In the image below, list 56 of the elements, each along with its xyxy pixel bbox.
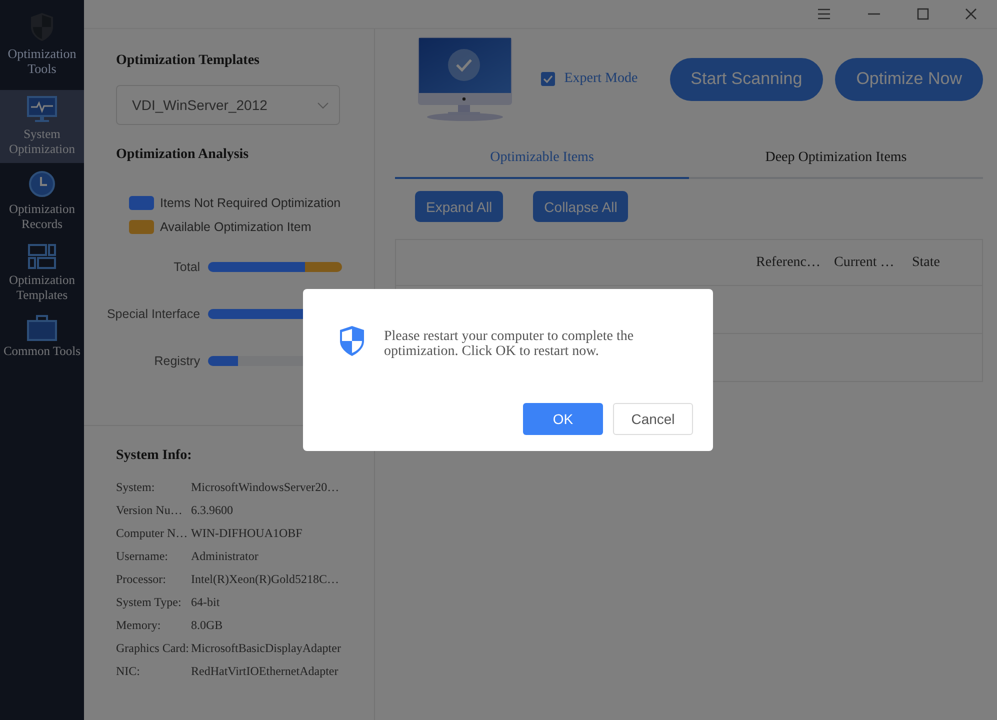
maximize-icon[interactable]	[917, 8, 929, 20]
template-select[interactable]: VDI_WinServer_2012	[116, 85, 340, 125]
tab[interactable]: Deep Optimization Items	[689, 139, 983, 177]
sidebar-item[interactable]: Optimization Templates	[0, 238, 84, 309]
checkbox[interactable]	[541, 72, 556, 86]
column-header: Current …	[834, 254, 896, 270]
column-header: Referenc…	[756, 254, 822, 270]
info-label: System:	[116, 480, 156, 495]
toolbox-icon	[27, 315, 57, 341]
info-label: Version Nu…	[116, 503, 184, 518]
toolbar-button[interactable]: Expand All	[415, 191, 504, 222]
minimize-icon[interactable]	[867, 13, 881, 15]
toolbar-button[interactable]: Collapse All	[533, 191, 628, 222]
dialog-button[interactable]: OK	[523, 403, 603, 435]
info-label: Graphics Card:	[116, 641, 190, 656]
dialog-button[interactable]: Cancel	[613, 403, 693, 435]
info-value: 8.0GB	[191, 618, 223, 633]
bar-label: Registry	[153, 354, 202, 368]
info-value: Intel(R)Xeon(R)Gold5218C…	[191, 572, 339, 587]
layout-icon	[28, 244, 56, 270]
info-value: 64-bit	[191, 595, 220, 610]
sidebar-item[interactable]: Common Tools	[0, 309, 84, 365]
bar-label: Special Interface	[106, 306, 202, 320]
info-label: System Type:	[116, 595, 182, 610]
app-name: Optimization Tools	[6, 46, 78, 76]
bar-label: Total	[172, 260, 202, 274]
monitor-icon	[27, 96, 57, 124]
info-label: NIC:	[116, 664, 141, 679]
shield-icon	[338, 325, 366, 357]
info-value: Administrator	[191, 549, 258, 564]
info-value: MicrosoftBasicDisplayAdapter	[191, 641, 341, 656]
info-value: 6.3.9600	[191, 503, 233, 518]
section-title: Optimization Templates	[116, 53, 261, 69]
clock-icon	[27, 169, 57, 199]
tab[interactable]: Optimizable Items	[395, 139, 689, 179]
dialog-message: Please restart your computer to complete the optimization. Click OK to restart now.	[384, 329, 635, 359]
sidebar-item[interactable]: Optimization Records	[0, 163, 84, 238]
menu-icon[interactable]	[817, 8, 831, 20]
column-header: State	[912, 254, 941, 270]
close-icon[interactable]	[965, 8, 977, 20]
info-value: RedHatVirtIOEthernetAdapter	[191, 664, 338, 679]
expert-mode-checkbox[interactable]: Expert Mode	[541, 71, 638, 87]
legend-label: Available Optimization Item	[160, 220, 312, 234]
section-title: System Info:	[116, 448, 193, 464]
chevron-icon	[317, 102, 329, 108]
section-title: Optimization Analysis	[116, 147, 250, 163]
action-button[interactable]: Start Scanning	[670, 58, 824, 100]
info-label: Computer N…	[116, 526, 189, 541]
action-button[interactable]: Optimize Now	[835, 58, 983, 100]
legend-label: Items Not Required Optimization	[160, 196, 341, 210]
info-value: WIN-DIFHOUA1OBF	[191, 526, 302, 541]
info-label: Processor:	[116, 572, 167, 587]
info-label: Username:	[116, 549, 169, 564]
info-value: MicrosoftWindowsServer20…	[191, 480, 340, 495]
info-label: Memory:	[116, 618, 162, 633]
sidebar-item[interactable]: System Optimization	[0, 90, 84, 163]
